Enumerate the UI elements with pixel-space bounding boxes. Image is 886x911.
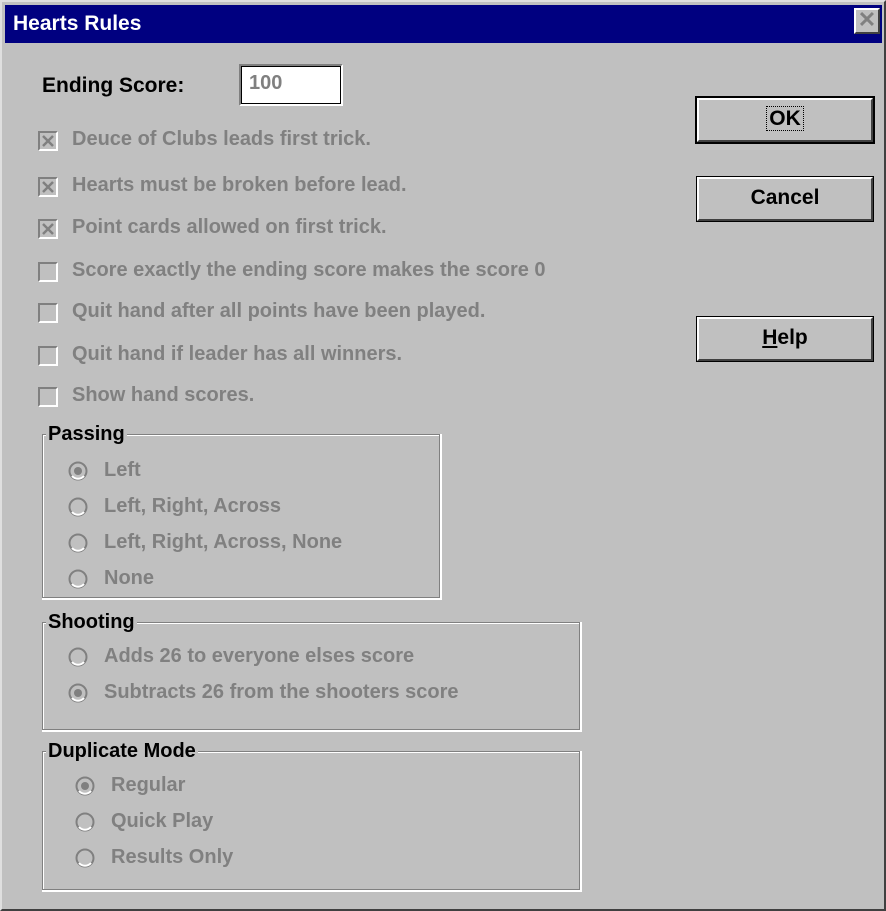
- shooting-radio[interactable]: [68, 683, 88, 703]
- ending-score-label: Ending Score:: [42, 74, 185, 97]
- option-label: Score exactly the ending score makes the…: [72, 259, 546, 281]
- duplicate-option-label: Quick Play: [111, 810, 214, 832]
- checkmark-icon: [42, 181, 54, 193]
- passing-option-label: Left: [104, 459, 141, 481]
- cancel-button-label: Cancel: [750, 186, 820, 209]
- duplicate-radio[interactable]: [75, 812, 95, 832]
- title-bar: Hearts Rules: [5, 5, 882, 43]
- ok-button-label: OK: [766, 106, 804, 131]
- option-checkbox[interactable]: [38, 346, 58, 366]
- shooting-option-label: Subtracts 26 from the shooters score: [104, 681, 459, 703]
- hearts-rules-dialog: Hearts Rules ✕ Ending Score: 100 Deuce o…: [0, 0, 886, 911]
- cancel-button[interactable]: Cancel: [696, 176, 874, 222]
- radio-icon: [68, 683, 88, 703]
- duplicate-radio[interactable]: [75, 848, 95, 868]
- radio-icon: [75, 848, 95, 868]
- passing-radio[interactable]: [68, 569, 88, 589]
- shooting-option-label: Adds 26 to everyone elses score: [104, 645, 415, 667]
- radio-icon: [68, 569, 88, 589]
- radio-icon: [75, 812, 95, 832]
- passing-radio[interactable]: [68, 461, 88, 481]
- shooting-group-title: Shooting: [46, 611, 137, 634]
- passing-radio[interactable]: [68, 533, 88, 553]
- radio-icon: [68, 461, 88, 481]
- help-mnemonic: H: [762, 326, 778, 349]
- help-button-label: Help: [762, 326, 808, 349]
- duplicate-mode-group-title: Duplicate Mode: [46, 740, 198, 763]
- option-label: Quit hand after all points have been pla…: [72, 300, 486, 322]
- passing-radio[interactable]: [68, 497, 88, 517]
- option-label: Deuce of Clubs leads first trick.: [72, 128, 371, 150]
- duplicate-option-label: Regular: [111, 774, 186, 796]
- shooting-radio[interactable]: [68, 647, 88, 667]
- option-label: Hearts must be broken before lead.: [72, 174, 407, 196]
- passing-option-label: Left, Right, Across: [104, 495, 282, 517]
- option-checkbox[interactable]: [38, 131, 58, 151]
- duplicate-option-label: Results Only: [111, 846, 234, 868]
- option-label: Quit hand if leader has all winners.: [72, 343, 403, 365]
- radio-icon: [75, 776, 95, 796]
- passing-option-label: Left, Right, Across, None: [104, 531, 343, 553]
- option-checkbox[interactable]: [38, 177, 58, 197]
- passing-group-title: Passing: [46, 423, 127, 446]
- ok-button[interactable]: OK: [695, 96, 875, 144]
- passing-option-label: None: [104, 567, 154, 589]
- shooting-group: [42, 622, 582, 732]
- radio-icon: [68, 647, 88, 667]
- option-checkbox[interactable]: [38, 303, 58, 323]
- checkmark-icon: [42, 223, 54, 235]
- radio-icon: [68, 533, 88, 553]
- duplicate-radio[interactable]: [75, 776, 95, 796]
- close-icon: ✕: [857, 7, 877, 32]
- help-label-rest: elp: [777, 326, 808, 349]
- help-button[interactable]: Help: [696, 316, 874, 362]
- option-label: Point cards allowed on first trick.: [72, 216, 387, 238]
- checkmark-icon: [42, 135, 54, 147]
- option-label: Show hand scores.: [72, 384, 255, 406]
- close-button[interactable]: ✕: [854, 8, 880, 34]
- option-checkbox[interactable]: [38, 219, 58, 239]
- ending-score-value: 100: [249, 72, 283, 94]
- option-checkbox[interactable]: [38, 387, 58, 407]
- option-checkbox[interactable]: [38, 262, 58, 282]
- window-title: Hearts Rules: [13, 12, 142, 35]
- ending-score-input[interactable]: 100: [239, 64, 343, 106]
- radio-icon: [68, 497, 88, 517]
